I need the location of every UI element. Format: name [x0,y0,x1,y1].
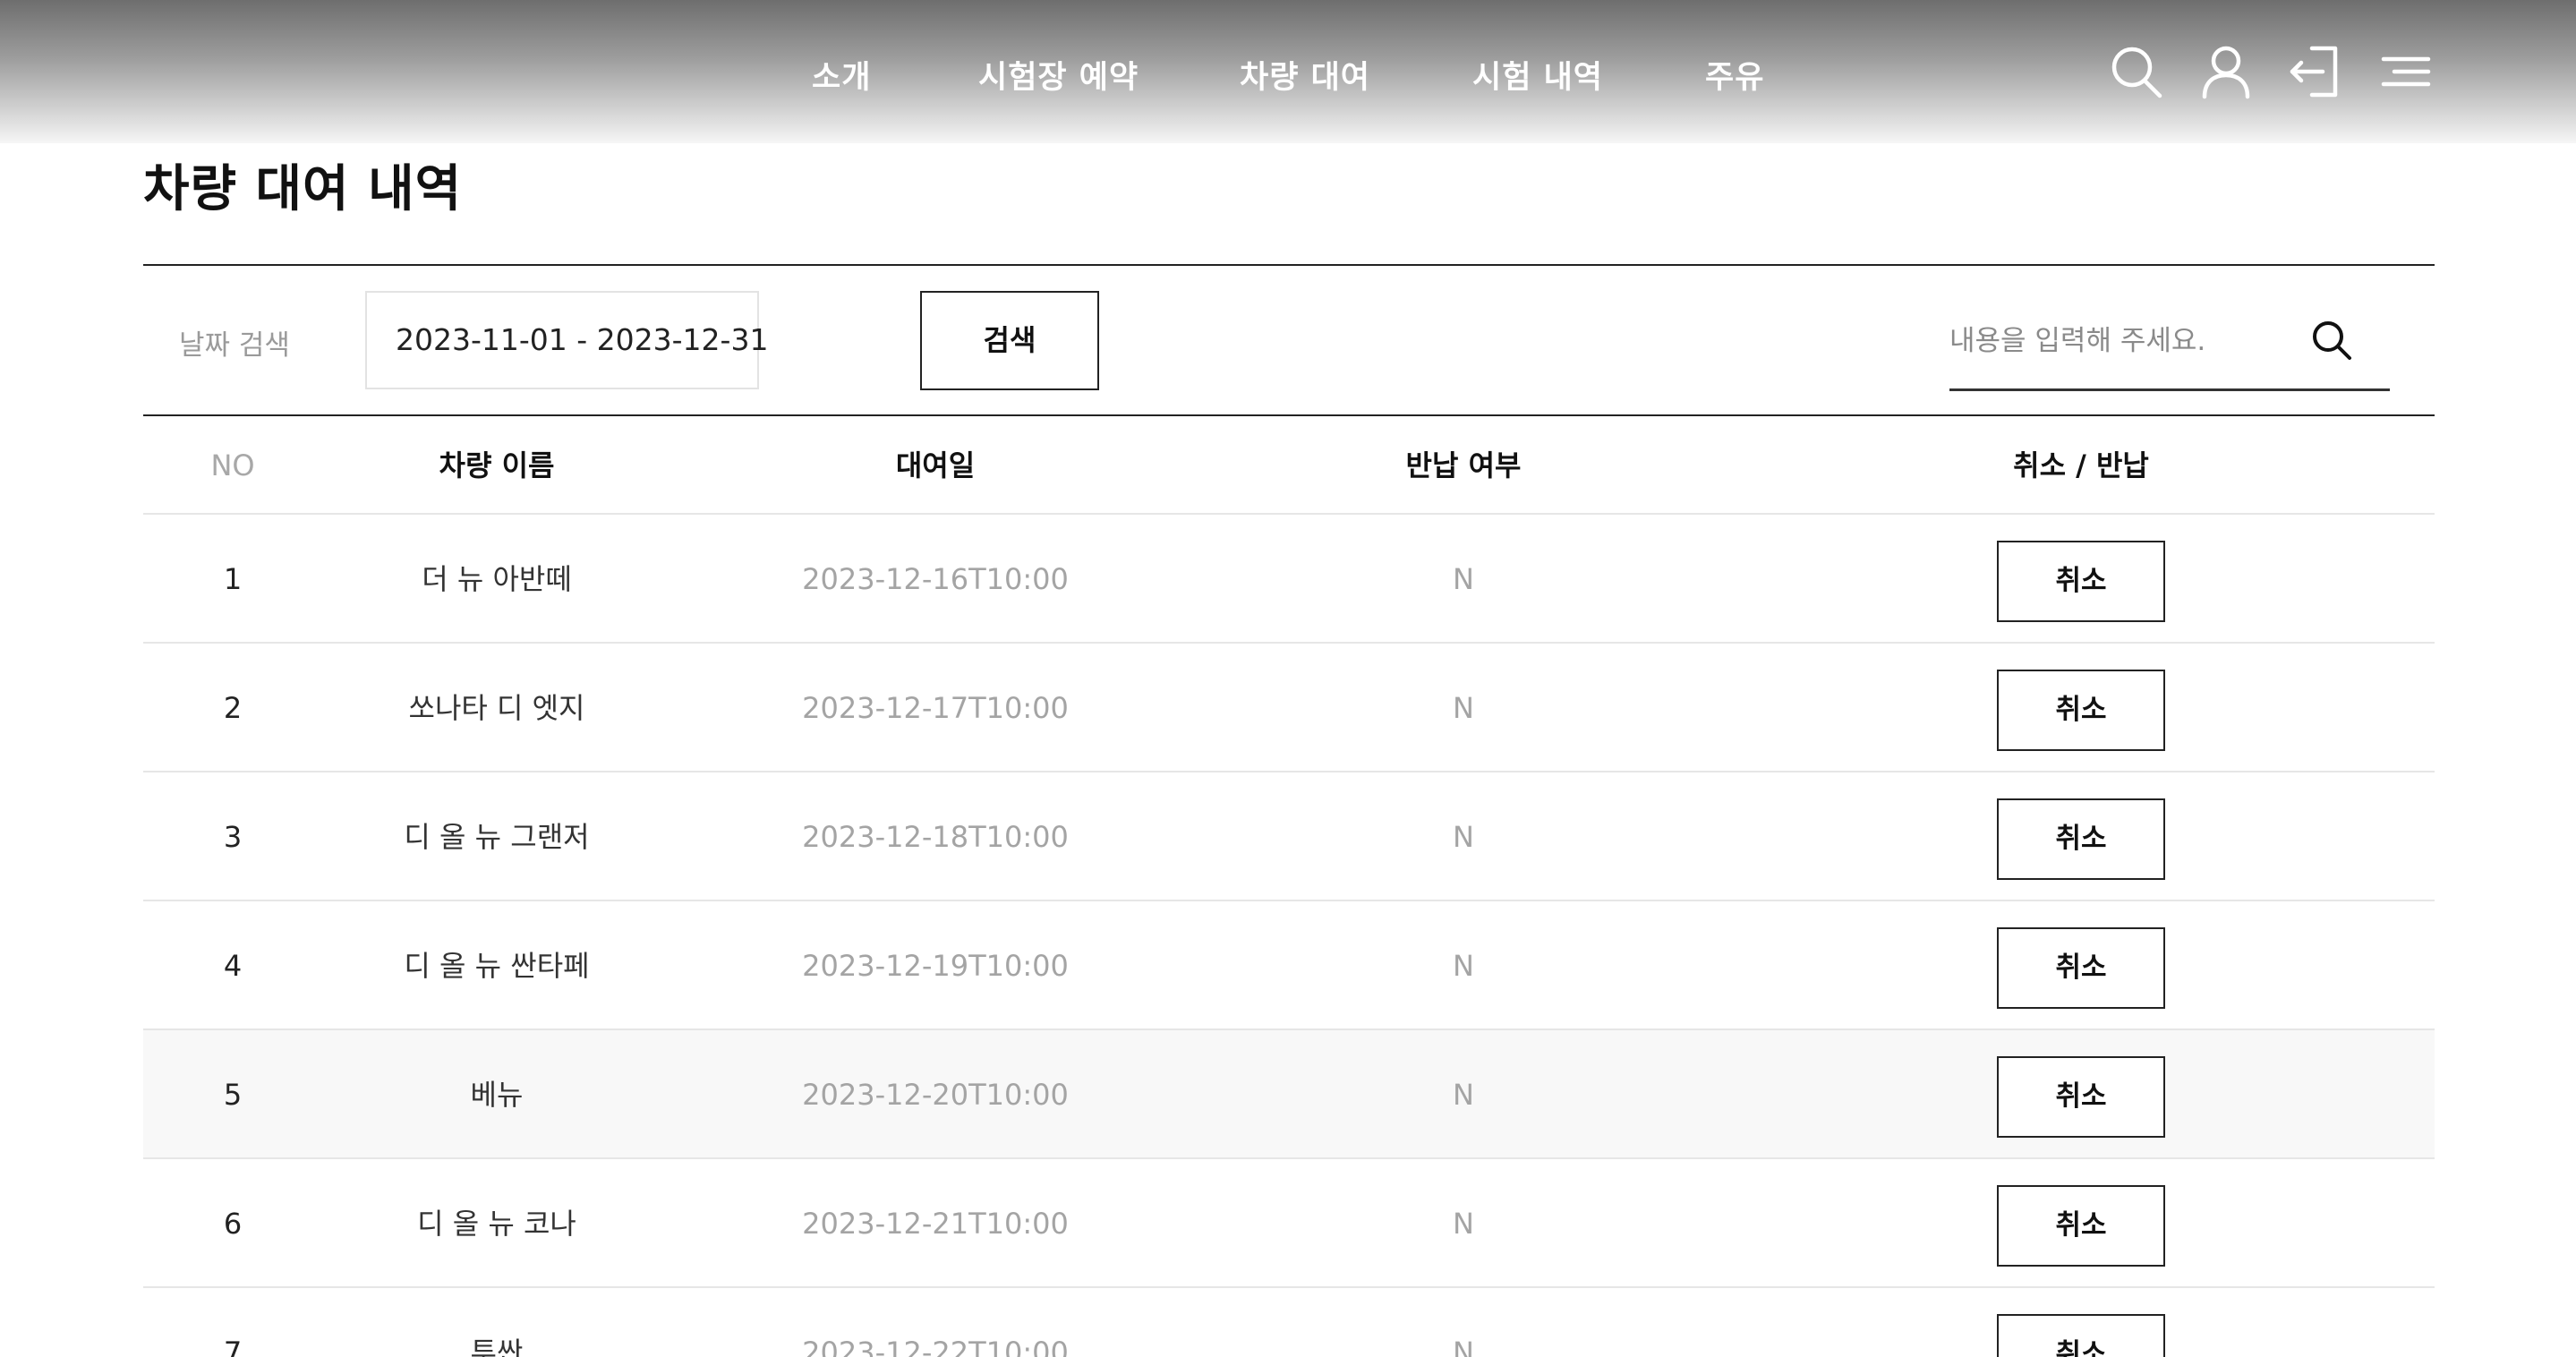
table-row: 7 투싼 2023-12-22T10:00 N 취소 [143,1288,2435,1357]
table-row: 5 베뉴 2023-12-20T10:00 N 취소 [143,1030,2435,1159]
cancel-button[interactable]: 취소 [1997,926,2165,1009]
row-number: 7 [223,1336,243,1357]
car-name: 쏘나타 디 엣지 [408,691,585,725]
nav-item-fuel[interactable]: 주유 [1705,52,1764,98]
nav-item-test-reservation[interactable]: 시험장 예약 [978,52,1139,98]
action-cell: 취소 [1727,901,2435,1030]
cancel-button[interactable]: 취소 [1997,669,2165,751]
returned-status: N [1453,691,1474,725]
action-cell: 취소 [1727,515,2435,644]
car-name: 디 올 뉴 코나 [417,1207,576,1241]
column-header-cancel-return: 취소 / 반납 [2013,448,2149,482]
date-range-field[interactable]: 2023-11-01 - 2023-12-31 [365,291,768,389]
nav-item-car-rental[interactable]: 차량 대여 [1240,52,1370,98]
table-row: 4 디 올 뉴 싼타페 2023-12-19T10:00 N 취소 [143,901,2435,1030]
column-header-rental-date: 대여일 [895,448,976,482]
action-cell: 취소 [1727,1288,2435,1357]
menu-icon[interactable] [2376,43,2434,100]
returned-status: N [1453,1078,1474,1112]
date-search-label: 날짜 검색 [179,329,290,362]
row-number: 5 [223,1078,243,1112]
cancel-button[interactable]: 취소 [1997,1055,2165,1138]
keyword-search-icon[interactable] [2309,318,2354,363]
search-icon[interactable] [2108,43,2165,100]
cancel-button[interactable]: 취소 [1997,1184,2165,1267]
returned-status: N [1453,562,1474,596]
action-cell: 취소 [1727,644,2435,772]
column-header-no: NO [210,448,255,482]
rental-date: 2023-12-21T10:00 [802,1207,1069,1241]
rental-date: 2023-12-20T10:00 [802,1078,1069,1112]
main-nav: 소개 시험장 예약 차량 대여 시험 내역 주유 [0,52,2576,97]
rental-date: 2023-12-16T10:00 [802,562,1069,596]
rental-date: 2023-12-18T10:00 [802,820,1069,854]
car-name: 투싼 [470,1336,524,1357]
table-header: NO 차량 이름 대여일 반납 여부 취소 / 반납 [143,416,2435,515]
returned-status: N [1453,1207,1474,1241]
cancel-button[interactable]: 취소 [1997,540,2165,622]
table-row: 3 디 올 뉴 그랜저 2023-12-18T10:00 N 취소 [143,772,2435,901]
row-number: 6 [223,1207,243,1241]
row-number: 2 [223,691,243,725]
returned-status: N [1453,1336,1474,1357]
rental-history-table: NO 차량 이름 대여일 반납 여부 취소 / 반납 1 더 뉴 아반떼 202… [143,416,2435,1357]
search-bar-top-divider [143,264,2435,266]
action-cell: 취소 [1727,772,2435,901]
row-number: 4 [223,949,243,983]
table-row: 2 쏘나타 디 엣지 2023-12-17T10:00 N 취소 [143,644,2435,772]
table-row: 1 더 뉴 아반떼 2023-12-16T10:00 N 취소 [143,515,2435,644]
cancel-button[interactable]: 취소 [1997,798,2165,880]
search-button[interactable]: 검색 [920,291,1099,390]
rental-date: 2023-12-19T10:00 [802,949,1069,983]
car-name: 디 올 뉴 그랜저 [404,820,590,854]
returned-status: N [1453,820,1474,854]
table-row: 6 디 올 뉴 코나 2023-12-21T10:00 N 취소 [143,1159,2435,1288]
action-cell: 취소 [1727,1030,2435,1159]
column-header-returned: 반납 여부 [1405,448,1522,482]
logout-icon[interactable] [2287,43,2344,100]
site-header: 소개 시험장 예약 차량 대여 시험 내역 주유 [0,0,2576,143]
row-number: 1 [223,562,243,596]
car-name: 더 뉴 아반떼 [422,562,572,596]
rental-date: 2023-12-22T10:00 [802,1336,1069,1357]
keyword-search-input[interactable] [1949,313,2307,369]
cancel-button[interactable]: 취소 [1997,1313,2165,1357]
column-header-car-name: 차량 이름 [439,448,555,482]
car-name: 디 올 뉴 싼타페 [404,949,590,983]
nav-item-intro[interactable]: 소개 [812,52,871,98]
page-title: 차량 대여 내역 [143,160,463,218]
rental-date: 2023-12-17T10:00 [802,691,1069,725]
car-name: 베뉴 [470,1078,524,1112]
action-cell: 취소 [1727,1159,2435,1288]
nav-item-test-history[interactable]: 시험 내역 [1472,52,1603,98]
user-icon[interactable] [2197,43,2255,100]
browser-window: 소개 시험장 예약 차량 대여 시험 내역 주유 차량 대여 내역 날짜 검색 … [0,0,2576,1357]
returned-status: N [1453,949,1474,983]
row-number: 3 [223,820,243,854]
